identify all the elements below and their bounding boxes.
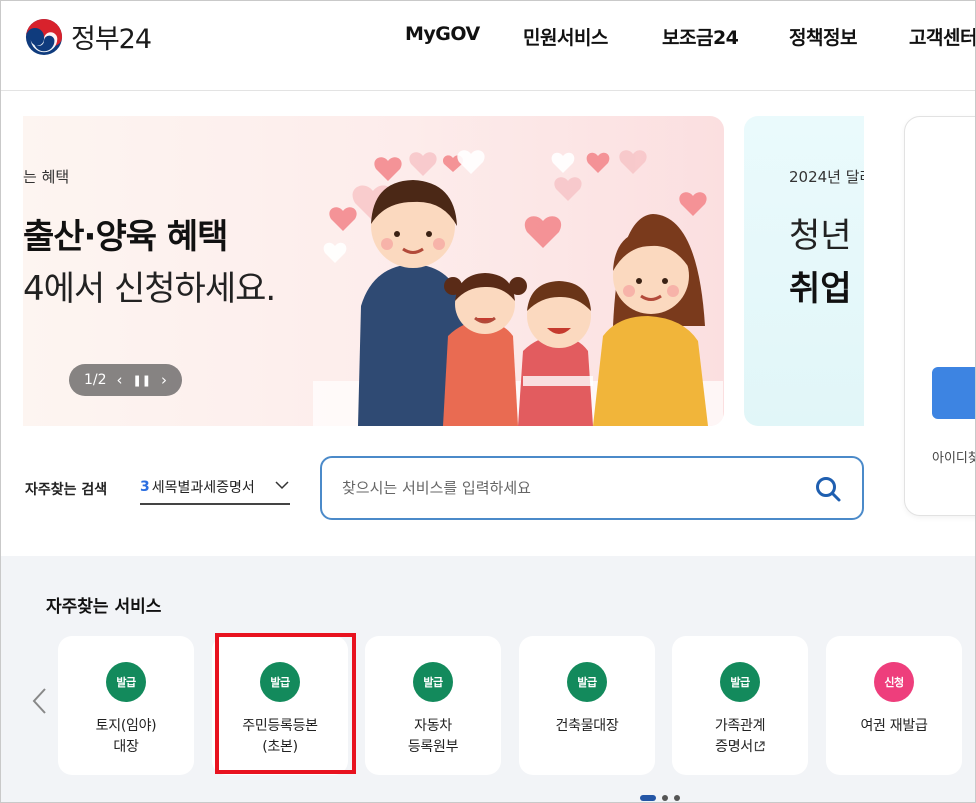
- chevron-left-icon[interactable]: ‹: [117, 371, 123, 389]
- keyword-text: 세목별과세증명서: [151, 480, 255, 496]
- nav-mygov[interactable]: MyGOV: [405, 23, 480, 45]
- main-banner-slide[interactable]: 는 혜택 출산·양육 혜택 4에서 신청하세요. 1/2 ‹ ❚❚ ›: [23, 116, 724, 426]
- nav-customer-center[interactable]: 고객센터: [909, 23, 975, 50]
- banner-kicker: 는 혜택: [23, 168, 70, 186]
- banner-subtitle: 4에서 신청하세요.: [23, 269, 276, 309]
- service-label: 자동차 등록원부: [407, 718, 459, 755]
- site-logo[interactable]: 정부24: [25, 17, 152, 56]
- service-card-building-register[interactable]: 발급 건축물대장: [519, 636, 655, 775]
- banner-page-indicator: 1/2: [84, 372, 107, 388]
- issue-badge: 발급: [413, 662, 453, 702]
- keyword-rank: 3: [140, 479, 150, 495]
- external-link-icon: [754, 741, 765, 752]
- frequent-services-section: 자주찾는 서비스 발급 토지(임야) 대장 발급 주민등록등본 (초본) 발급 …: [1, 556, 975, 802]
- banner2-title-line1: 청년: [789, 216, 852, 256]
- issue-badge: 발급: [567, 662, 607, 702]
- carousel-dot[interactable]: [674, 795, 680, 801]
- banner-pager: 1/2 ‹ ❚❚ ›: [69, 364, 182, 396]
- service-label: 가족관계 증명서: [672, 716, 808, 758]
- page-frame: 정부24 MyGOV 민원서비스 보조금24 정책정보 고객센터 는 혜택 출산…: [0, 0, 976, 803]
- issue-badge: 발급: [106, 662, 146, 702]
- search-input[interactable]: [342, 472, 802, 504]
- issue-badge: 발급: [260, 662, 300, 702]
- family-illustration: [313, 150, 723, 426]
- carousel-dot-active[interactable]: [640, 795, 656, 801]
- chevron-right-icon[interactable]: ›: [161, 371, 167, 389]
- services-title: 자주찾는 서비스: [46, 597, 162, 617]
- carousel-prev-icon[interactable]: [29, 686, 51, 716]
- service-card-vehicle-register[interactable]: 발급 자동차 등록원부: [365, 636, 501, 775]
- service-card-resident-registration[interactable]: 발급 주민등록등본 (초본): [212, 636, 348, 775]
- carousel-dot[interactable]: [662, 795, 668, 801]
- service-label: 토지(임야) 대장: [95, 718, 157, 755]
- search-icon[interactable]: [814, 475, 842, 503]
- taegeuk-logo-icon: [25, 18, 63, 55]
- login-card: 아이디찾: [904, 116, 975, 516]
- nav-policy-info[interactable]: 정책정보: [789, 23, 857, 50]
- frequent-keyword-dropdown[interactable]: 3 세목별과세증명서: [140, 471, 290, 505]
- service-label: 주민등록등본 (초본): [242, 718, 318, 755]
- logo-text: 정부24: [71, 24, 152, 55]
- banner2-title-line2: 취업: [789, 269, 852, 309]
- banner-title: 출산·양육 혜택: [23, 217, 228, 257]
- nav-civil-services[interactable]: 민원서비스: [523, 23, 608, 50]
- service-label: 건축물대장: [555, 718, 619, 734]
- apply-badge: 신청: [874, 662, 914, 702]
- chevron-down-icon: [275, 481, 289, 490]
- frequent-search-label: 자주찾는 검색: [25, 482, 108, 498]
- nav-subsidy24[interactable]: 보조금24: [662, 23, 739, 50]
- service-card-land-register[interactable]: 발급 토지(임야) 대장: [58, 636, 194, 775]
- banner2-kicker: 2024년 달라: [789, 168, 864, 186]
- issue-badge: 발급: [720, 662, 760, 702]
- service-card-family-certificate[interactable]: 발급 가족관계 증명서: [672, 636, 808, 775]
- service-card-passport-reissue[interactable]: 신청 여권 재발급: [826, 636, 962, 775]
- next-banner-slide[interactable]: 2024년 달라 청년 취업: [744, 116, 864, 426]
- site-header: 정부24 MyGOV 민원서비스 보조금24 정책정보 고객센터: [1, 1, 975, 91]
- find-id-link[interactable]: 아이디찾: [932, 447, 975, 466]
- search-box: [320, 456, 864, 520]
- login-button[interactable]: [932, 367, 975, 419]
- service-label: 여권 재발급: [860, 718, 928, 734]
- carousel-dots: [640, 795, 680, 801]
- pause-icon[interactable]: ❚❚: [133, 374, 151, 387]
